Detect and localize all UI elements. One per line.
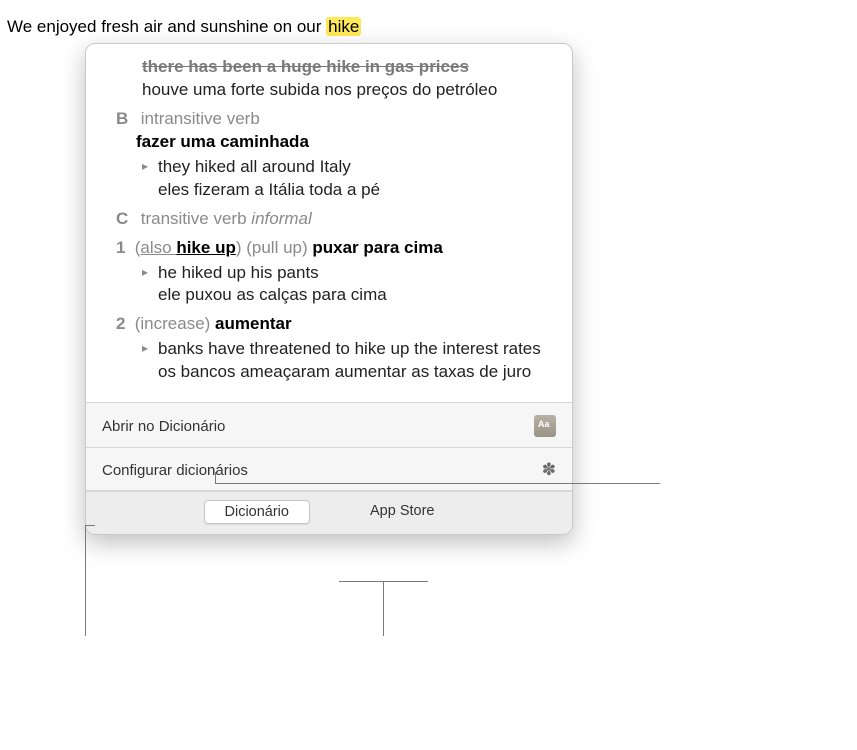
register-c: informal	[251, 209, 311, 228]
dictionary-icon	[534, 415, 556, 437]
paren-1: ) (pull up)	[236, 238, 313, 257]
ex-en-c1: he hiked up his pants	[158, 262, 554, 285]
translation-line: houve uma forte subida nos preços do pet…	[142, 79, 554, 102]
tab-appstore[interactable]: App Store	[350, 500, 455, 524]
configure-dictionaries-row[interactable]: Configurar dicionários ✽	[86, 448, 572, 491]
tab-dictionary[interactable]: Dicionário	[204, 500, 310, 524]
ex-pt-c1: ele puxou as calças para cima	[158, 284, 554, 307]
callout-line	[85, 525, 95, 526]
ex-en-c2: banks have threatened to hike up the int…	[158, 338, 554, 361]
definition-content[interactable]: there has been a huge hike in gas prices…	[86, 44, 572, 403]
trans-1: puxar para cima	[312, 238, 442, 257]
gear-icon: ✽	[542, 460, 556, 480]
sense-label-b: B	[116, 108, 136, 131]
ex-pt-b: eles fizeram a Itália toda a pé	[158, 179, 554, 202]
subsense-1: 1 (also hike up) (pull up) puxar para ci…	[116, 237, 554, 260]
also-1: also	[140, 238, 176, 257]
num-1: 1	[116, 237, 130, 260]
open-dictionary-label: Abrir no Dicionário	[102, 418, 225, 435]
paren-2: (increase)	[135, 314, 215, 333]
trans-2: aumentar	[215, 314, 292, 333]
example-c1: he hiked up his pants ele puxou as calça…	[142, 262, 554, 308]
tabs-row: Dicionário App Store	[86, 491, 572, 534]
callout-line	[215, 483, 660, 484]
highlighted-word[interactable]: hike	[326, 17, 361, 36]
ex-pt-c2: os bancos ameaçaram aumentar as taxas de…	[158, 361, 554, 384]
example-b: they hiked all around Italy eles fizeram…	[142, 156, 554, 202]
subsense-2: 2 (increase) aumentar	[116, 313, 554, 336]
context-sentence: We enjoyed fresh air and sunshine on our…	[7, 17, 361, 37]
callout-line	[85, 525, 86, 636]
configure-label: Configurar dicionários	[102, 462, 248, 479]
sentence-prefix: We enjoyed fresh air and sunshine on our	[7, 17, 326, 36]
sense-c: C transitive verb informal	[116, 208, 554, 231]
trans-b: fazer uma caminhada	[136, 132, 309, 151]
also-bold-1: hike up	[176, 238, 236, 257]
struck-example: there has been a huge hike in gas prices	[142, 56, 554, 79]
example-c2: banks have threatened to hike up the int…	[142, 338, 554, 384]
pos-b: intransitive verb	[141, 109, 260, 128]
pos-c: transitive verb	[141, 209, 247, 228]
callout-line	[215, 472, 216, 484]
ex-en-b: they hiked all around Italy	[158, 156, 554, 179]
num-2: 2	[116, 313, 130, 336]
callout-line	[383, 581, 384, 636]
sense-b: B intransitive verb	[116, 108, 554, 131]
sense-label-c: C	[116, 208, 136, 231]
open-dictionary-row[interactable]: Abrir no Dicionário	[86, 403, 572, 448]
dictionary-popup: there has been a huge hike in gas prices…	[85, 43, 573, 535]
